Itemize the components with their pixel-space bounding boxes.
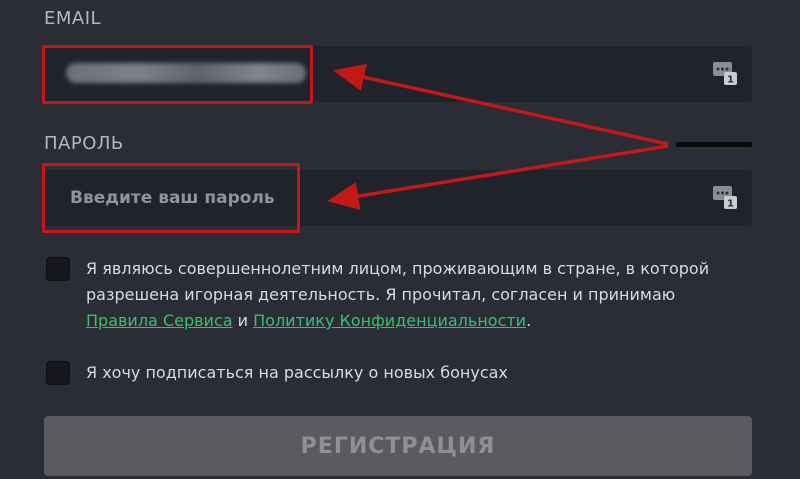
terms-period: .	[526, 311, 532, 330]
rules-link[interactable]: Правила Сервиса	[86, 311, 233, 330]
terms-conjunction: и	[232, 311, 254, 330]
svg-text:1: 1	[727, 199, 734, 210]
register-button[interactable]: РЕГИСТРАЦИЯ	[44, 416, 752, 476]
email-field-container[interactable]: 1	[44, 46, 752, 102]
annotation-line	[676, 142, 752, 147]
newsletter-checkbox[interactable]	[46, 361, 70, 385]
newsletter-text: Я хочу подписаться на рассылку о новых б…	[86, 363, 508, 382]
email-label: EMAIL	[44, 8, 102, 29]
privacy-link[interactable]: Политику Конфиденциальности	[253, 311, 526, 330]
password-field[interactable]	[44, 170, 684, 226]
password-label: ПАРОЛЬ	[44, 133, 124, 154]
terms-text: Я являюсь совершеннолетним лицом, прожив…	[86, 256, 726, 334]
email-field[interactable]	[44, 46, 684, 102]
password-manager-icon[interactable]: 1	[712, 184, 738, 210]
svg-text:1: 1	[727, 75, 734, 86]
terms-checkbox[interactable]	[46, 257, 70, 281]
terms-text-main: Я являюсь совершеннолетним лицом, прожив…	[86, 259, 710, 304]
password-field-container[interactable]: 1	[44, 170, 752, 226]
password-manager-icon[interactable]: 1	[712, 60, 738, 86]
